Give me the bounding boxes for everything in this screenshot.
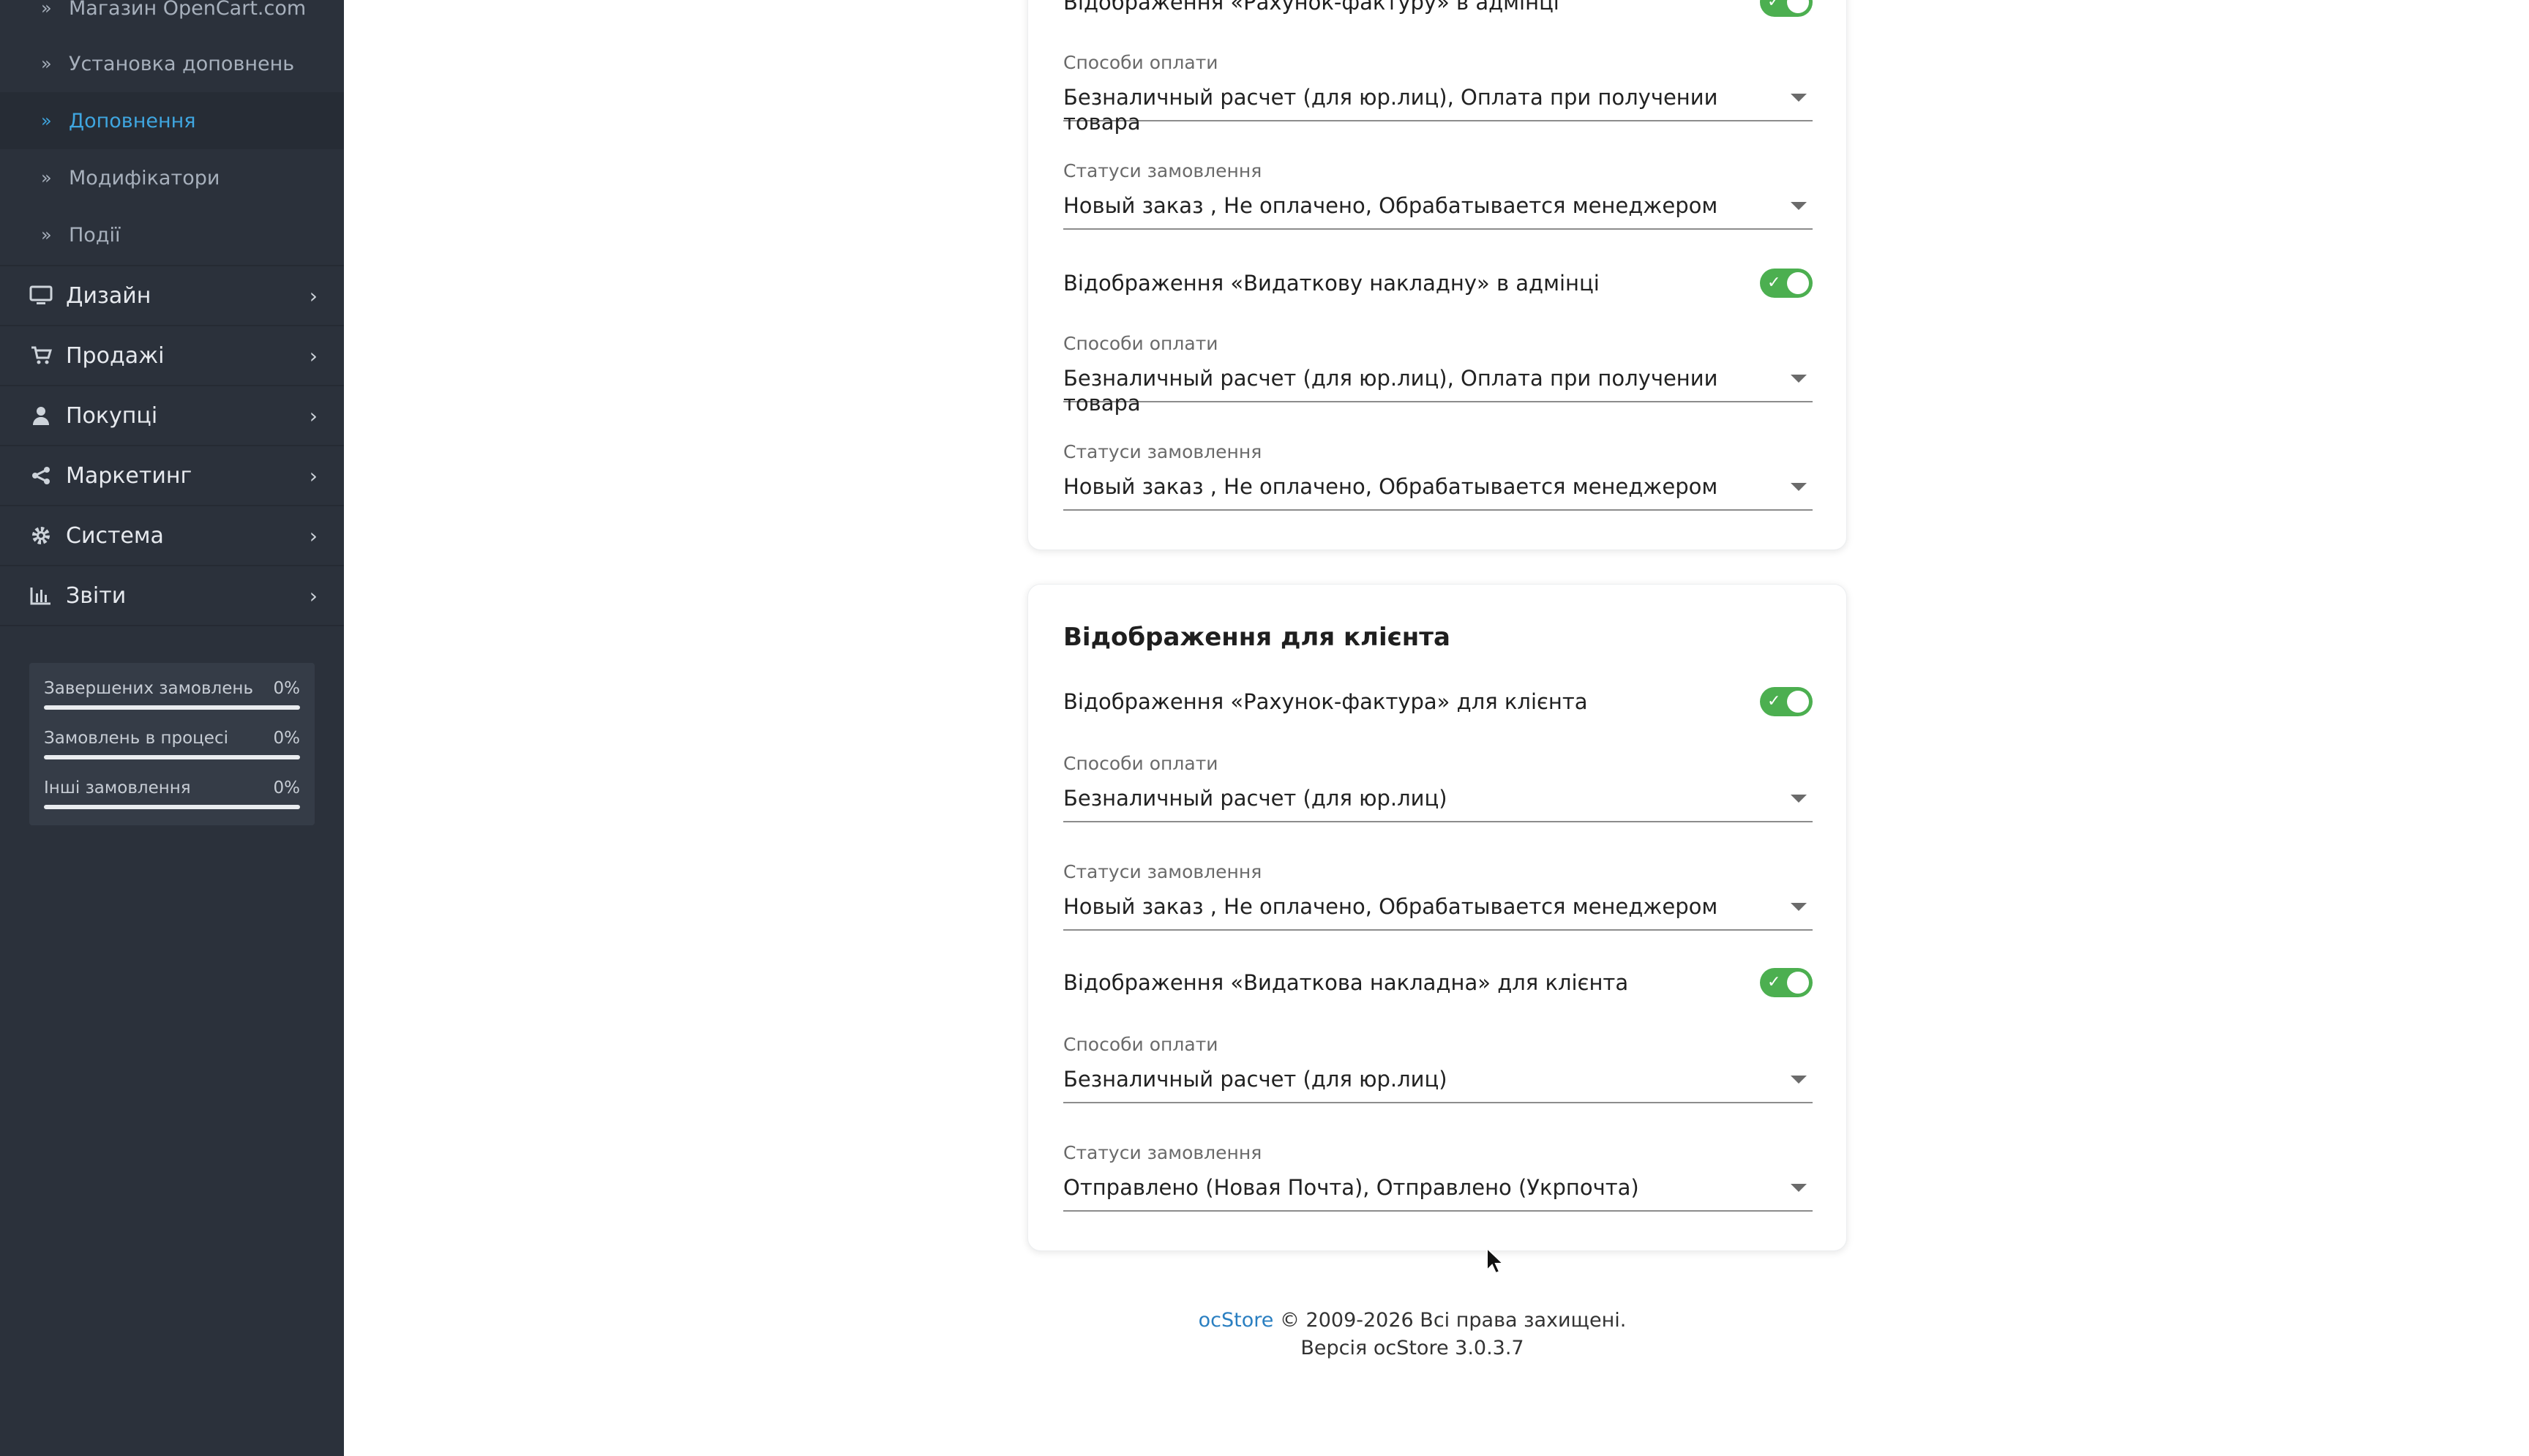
caret-down-icon bbox=[1791, 483, 1807, 491]
chevron-right-icon: › bbox=[309, 583, 318, 608]
payment-methods-select[interactable]: Безналичный расчет (для юр.лиц) bbox=[1063, 1067, 1813, 1103]
check-icon: ✓ bbox=[1767, 692, 1781, 710]
caret-down-icon bbox=[1791, 1184, 1807, 1192]
stat-processing-orders: Замовлень в процесі 0% bbox=[44, 729, 300, 759]
sidebar-subitem-opencart-store[interactable]: » Магазин OpenCart.com bbox=[0, 0, 344, 37]
payment-methods-select[interactable]: Безналичный расчет (для юр.лиц), Оплата … bbox=[1063, 85, 1813, 135]
caret-down-icon bbox=[1791, 94, 1807, 102]
sidebar-item-system[interactable]: Система › bbox=[0, 505, 344, 565]
stat-other-orders: Інші замовлення 0% bbox=[44, 778, 300, 809]
order-stats-panel: Завершених замовлень 0% Замовлень в проце… bbox=[29, 663, 315, 825]
sidebar-item-reports[interactable]: Звіти › bbox=[0, 565, 344, 626]
sidebar: » Магазин OpenCart.com » Установка допов… bbox=[0, 0, 344, 1456]
footer-version: Версія ocStore 3.0.3.7 bbox=[1300, 1337, 1524, 1359]
bar-chart-icon bbox=[26, 586, 56, 605]
sidebar-item-customers[interactable]: Покупці › bbox=[0, 385, 344, 445]
invoice-client-toggle-row: Відображення «Рахунок-фактура» для клієн… bbox=[1063, 687, 1813, 716]
waybill-client-toggle[interactable]: ✓ bbox=[1760, 968, 1813, 997]
order-statuses-select[interactable]: Отправлено (Новая Почта), Отправлено (Ук… bbox=[1063, 1175, 1813, 1212]
admin-display-card: Відображення «Рахунок-фактуру» в адмінці… bbox=[1027, 0, 1847, 550]
waybill-admin-toggle[interactable]: ✓ bbox=[1760, 269, 1813, 298]
invoice-admin-toggle[interactable]: ✓ bbox=[1760, 0, 1813, 17]
double-chevron-right-icon: » bbox=[41, 0, 52, 18]
order-statuses-select[interactable]: Новый заказ , Не оплачено, Обрабатываетс… bbox=[1063, 474, 1813, 511]
cart-icon bbox=[26, 345, 56, 366]
chevron-right-icon: › bbox=[309, 463, 318, 488]
invoice-client-payment-methods: Способи оплати Безналичный расчет (для ю… bbox=[1063, 753, 1813, 822]
waybill-admin-order-statuses: Статуси замовлення Новый заказ , Не опла… bbox=[1063, 441, 1813, 511]
stat-completed-orders: Завершених замовлень 0% bbox=[44, 679, 300, 710]
double-chevron-right-icon: » bbox=[41, 225, 52, 245]
sidebar-subitem-modifications[interactable]: » Модифікатори bbox=[0, 149, 344, 206]
user-icon bbox=[26, 405, 56, 426]
invoice-client-toggle[interactable]: ✓ bbox=[1760, 687, 1813, 716]
gear-icon bbox=[26, 525, 56, 546]
double-chevron-right-icon: » bbox=[41, 110, 52, 131]
client-display-card: Відображення для клієнта Відображення «Р… bbox=[1027, 584, 1847, 1251]
footer-copyright-line: ocStore © 2009-2026 Всі права захищені. bbox=[1198, 1309, 1627, 1332]
monitor-icon bbox=[26, 285, 56, 306]
progress-bar bbox=[44, 805, 300, 809]
card-title: Відображення для клієнта bbox=[1063, 623, 1450, 652]
mouse-cursor-icon bbox=[1485, 1246, 1505, 1277]
sidebar-subitem-extensions[interactable]: » Доповнення bbox=[0, 92, 344, 149]
double-chevron-right-icon: » bbox=[41, 53, 52, 74]
ocstore-link[interactable]: ocStore bbox=[1199, 1309, 1274, 1332]
chevron-right-icon: › bbox=[309, 283, 318, 308]
order-statuses-select[interactable]: Новый заказ , Не оплачено, Обрабатываетс… bbox=[1063, 193, 1813, 230]
waybill-client-order-statuses: Статуси замовлення Отправлено (Новая Поч… bbox=[1063, 1142, 1813, 1212]
order-statuses-select[interactable]: Новый заказ , Не оплачено, Обрабатываетс… bbox=[1063, 894, 1813, 931]
check-icon: ✓ bbox=[1767, 0, 1781, 11]
double-chevron-right-icon: » bbox=[41, 168, 52, 188]
share-icon bbox=[26, 465, 56, 486]
chevron-right-icon: › bbox=[309, 523, 318, 548]
waybill-client-payment-methods: Способи оплати Безналичный расчет (для ю… bbox=[1063, 1034, 1813, 1103]
chevron-right-icon: › bbox=[309, 403, 318, 428]
check-icon: ✓ bbox=[1767, 274, 1781, 292]
page-footer: ocStore © 2009-2026 Всі права захищені. … bbox=[1024, 1307, 1800, 1362]
caret-down-icon bbox=[1791, 1076, 1807, 1084]
sidebar-item-design[interactable]: Дизайн › bbox=[0, 265, 344, 325]
caret-down-icon bbox=[1791, 202, 1807, 210]
invoice-client-order-statuses: Статуси замовлення Новый заказ , Не опла… bbox=[1063, 861, 1813, 931]
check-icon: ✓ bbox=[1767, 973, 1781, 991]
caret-down-icon bbox=[1791, 903, 1807, 911]
caret-down-icon bbox=[1791, 795, 1807, 803]
sidebar-subitem-extension-installer[interactable]: » Установка доповнень bbox=[0, 35, 344, 92]
invoice-admin-toggle-row: Відображення «Рахунок-фактуру» в адмінці… bbox=[1063, 0, 1813, 17]
progress-bar bbox=[44, 705, 300, 710]
caret-down-icon bbox=[1791, 375, 1807, 383]
sidebar-subitem-events[interactable]: » Події bbox=[0, 206, 344, 263]
waybill-admin-toggle-row: Відображення «Видаткову накладну» в адмі… bbox=[1063, 269, 1813, 298]
sidebar-item-sales[interactable]: Продажі › bbox=[0, 325, 344, 385]
invoice-admin-order-statuses: Статуси замовлення Новый заказ , Не опла… bbox=[1063, 160, 1813, 230]
invoice-admin-payment-methods: Способи оплати Безналичный расчет (для ю… bbox=[1063, 52, 1813, 135]
sidebar-item-marketing[interactable]: Маркетинг › bbox=[0, 445, 344, 505]
waybill-admin-payment-methods: Способи оплати Безналичный расчет (для ю… bbox=[1063, 333, 1813, 416]
payment-methods-select[interactable]: Безналичный расчет (для юр.лиц) bbox=[1063, 786, 1813, 822]
payment-methods-select[interactable]: Безналичный расчет (для юр.лиц), Оплата … bbox=[1063, 366, 1813, 416]
chevron-right-icon: › bbox=[309, 343, 318, 368]
progress-bar bbox=[44, 755, 300, 759]
waybill-client-toggle-row: Відображення «Видаткова накладна» для кл… bbox=[1063, 968, 1813, 997]
